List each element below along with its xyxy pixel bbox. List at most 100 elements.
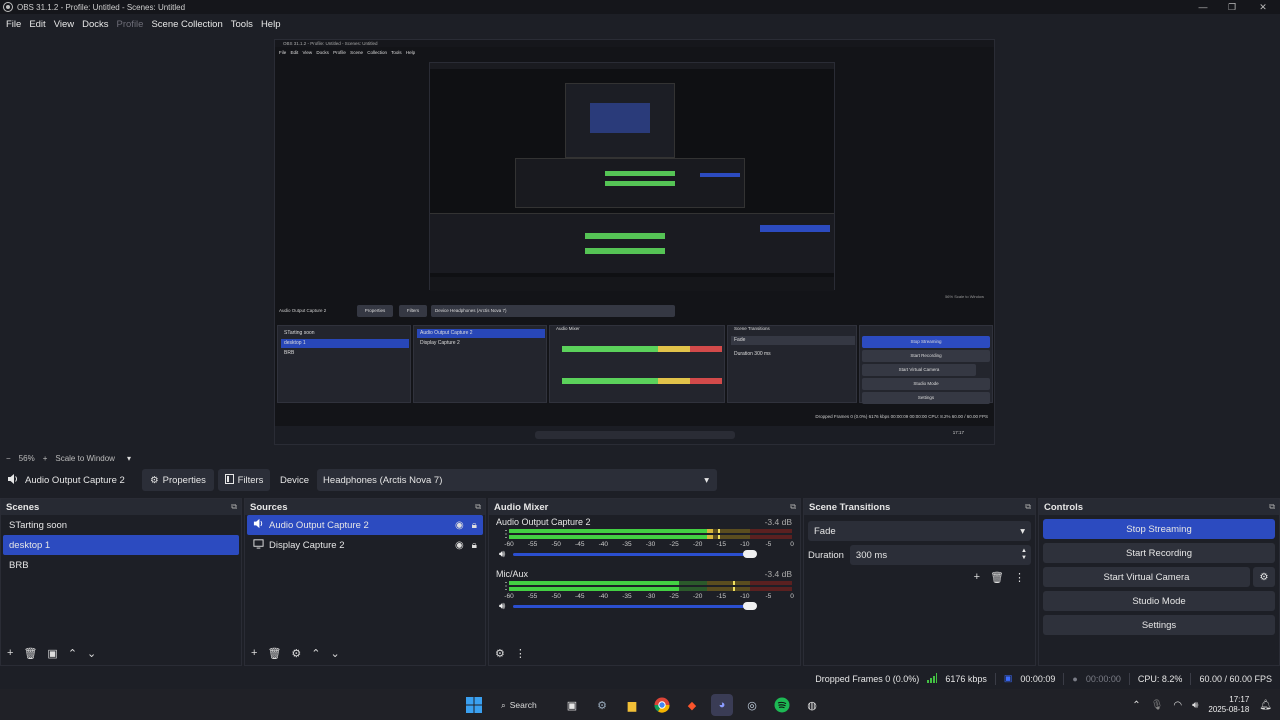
- close-button[interactable]: ✕: [1246, 0, 1280, 14]
- chrome-icon[interactable]: [651, 694, 673, 716]
- volume-slider-handle[interactable]: [743, 602, 757, 610]
- duration-spinbox[interactable]: 300 ms ▲ ▼: [849, 545, 1031, 565]
- start-recording-button[interactable]: Start Recording: [1043, 543, 1275, 563]
- volume-slider[interactable]: [513, 605, 751, 608]
- scene-item[interactable]: STarting soon: [3, 515, 239, 535]
- wifi-icon[interactable]: ◠: [1173, 700, 1182, 711]
- menu-view[interactable]: View: [50, 19, 78, 30]
- gear-icon[interactable]: ⚙: [1253, 567, 1275, 587]
- studio-mode-button[interactable]: Studio Mode: [1043, 591, 1275, 611]
- spotify-icon[interactable]: [771, 694, 793, 716]
- chevron-down-icon[interactable]: ▾: [127, 454, 131, 463]
- undock-icon[interactable]: ⧉: [231, 502, 237, 512]
- source-item-display-capture[interactable]: Display Capture 2 ◉ 🔒︎: [247, 535, 483, 555]
- preview-inner-controls: Stop Streaming Start Recording Start Vir…: [859, 325, 993, 404]
- windows-start-icon[interactable]: [463, 694, 485, 716]
- stop-streaming-button[interactable]: Stop Streaming: [1043, 519, 1275, 539]
- kebab-menu-icon[interactable]: ⋮: [515, 647, 526, 660]
- system-tray: ⌃ 🎙︎ ◠ 🔊︎ 17:17 2025-08-18 🔔︎: [1132, 692, 1272, 718]
- trash-icon[interactable]: 🗑: [23, 647, 37, 660]
- scene-item-selected[interactable]: desktop 1: [3, 535, 239, 555]
- audio-mixer-dock: Audio Mixer ⧉ Audio Output Capture 2 -3.4…: [488, 498, 801, 666]
- volume-icon[interactable]: 🔊︎: [499, 601, 505, 612]
- notification-bell-icon[interactable]: 🔔︎: [1259, 700, 1272, 711]
- chevron-down-icon[interactable]: ⌄: [331, 647, 340, 660]
- menu-scene-collection[interactable]: Scene Collection: [147, 19, 226, 30]
- scene-item[interactable]: BRB: [3, 555, 239, 575]
- microphone-icon[interactable]: 🎙︎: [1151, 700, 1164, 711]
- undock-icon[interactable]: ⧉: [790, 502, 796, 512]
- chevron-up-icon[interactable]: ⌃: [311, 647, 320, 660]
- record-time: 00:00:00: [1085, 673, 1121, 684]
- undock-icon[interactable]: ⧉: [1269, 502, 1275, 512]
- chevron-up-icon[interactable]: ⌃: [1132, 700, 1140, 711]
- task-view-icon[interactable]: ▣: [561, 694, 583, 716]
- volume-slider-handle[interactable]: [743, 550, 757, 558]
- lock-icon[interactable]: 🔒︎: [472, 520, 477, 531]
- obs-icon[interactable]: ◍: [801, 694, 823, 716]
- volume-icon[interactable]: 🔊︎: [1192, 700, 1198, 711]
- search-label: Search: [509, 700, 537, 710]
- eye-icon[interactable]: ◉: [455, 520, 464, 531]
- steam-icon[interactable]: ◎: [741, 694, 763, 716]
- properties-button[interactable]: ⚙ Properties: [142, 469, 214, 491]
- preview-inner-taskbar: 17:17: [275, 426, 994, 444]
- clock-date: 2025-08-18: [1208, 705, 1250, 714]
- chevron-down-icon[interactable]: ⌄: [87, 647, 96, 660]
- add-icon[interactable]: +: [974, 571, 980, 584]
- menu-file[interactable]: File: [2, 19, 25, 30]
- discord-icon[interactable]: ◕: [711, 694, 733, 716]
- preview-inner-status: Dropped Frames 0 (0.0%) 6176 kbps 00:00:…: [815, 414, 988, 419]
- zoom-bar: − 56% + Scale to Window ▾: [0, 452, 1280, 464]
- cpu-usage: CPU: 8.2%: [1137, 673, 1183, 684]
- chevron-down-icon: ▾: [704, 474, 710, 486]
- mixer-header: Audio Mixer ⧉: [489, 499, 800, 515]
- preview-inner-source-name: Audio Output Capture 2: [279, 308, 327, 313]
- settings-button[interactable]: Settings: [1043, 615, 1275, 635]
- brave-icon[interactable]: ◆: [681, 694, 703, 716]
- lock-icon[interactable]: 🔒︎: [472, 540, 477, 551]
- preview-canvas[interactable]: OBS 31.1.2 - Profile: Untitled - Scenes:…: [274, 39, 995, 445]
- speaker-icon: [7, 473, 19, 488]
- eye-icon[interactable]: ◉: [455, 540, 464, 551]
- volume-icon[interactable]: 🔊︎: [499, 549, 505, 560]
- advanced-audio-icon[interactable]: ⚙: [495, 647, 505, 660]
- preview-area[interactable]: OBS 31.1.2 - Profile: Untitled - Scenes:…: [0, 34, 1280, 450]
- add-icon[interactable]: +: [7, 647, 13, 659]
- zoom-in-button[interactable]: +: [43, 454, 48, 463]
- filters-button[interactable]: Filters: [218, 469, 270, 491]
- transition-select[interactable]: Fade ▾: [808, 521, 1031, 541]
- maximize-button[interactable]: ❐: [1215, 0, 1249, 14]
- live-icon: ▣: [1003, 673, 1013, 683]
- spinner-arrows-icon[interactable]: ▲ ▼: [1021, 548, 1027, 562]
- source-item-audio-output[interactable]: Audio Output Capture 2 ◉ 🔒︎: [247, 515, 483, 535]
- device-select[interactable]: Headphones (Arctis Nova 7) ▾: [317, 469, 718, 491]
- trash-icon[interactable]: 🗑: [267, 647, 281, 660]
- start-virtual-camera-button[interactable]: Start Virtual Camera: [1043, 567, 1250, 587]
- undock-icon[interactable]: ⧉: [1025, 502, 1031, 512]
- menu-help[interactable]: Help: [257, 19, 285, 30]
- volume-slider[interactable]: [513, 553, 751, 556]
- trash-icon[interactable]: 🗑: [990, 571, 1004, 584]
- zoom-out-button[interactable]: −: [6, 454, 11, 463]
- transition-value: Fade: [814, 525, 836, 537]
- properties-label: Properties: [162, 474, 206, 486]
- gear-icon[interactable]: ⚙: [291, 647, 301, 660]
- undock-icon[interactable]: ⧉: [475, 502, 481, 512]
- menu-tools[interactable]: Tools: [227, 19, 257, 30]
- settings-app-icon[interactable]: ⚙: [591, 694, 613, 716]
- preview-nested-screen: [429, 62, 835, 291]
- chevron-up-icon[interactable]: ⌃: [68, 647, 77, 660]
- clock-time: 17:17: [1229, 695, 1250, 704]
- add-icon[interactable]: +: [251, 647, 257, 659]
- menu-edit[interactable]: Edit: [25, 19, 49, 30]
- clock[interactable]: 17:17 2025-08-18: [1208, 695, 1249, 715]
- menu-docks[interactable]: Docks: [78, 19, 112, 30]
- monitor-icon: [253, 538, 264, 552]
- kebab-menu-icon[interactable]: ⋮: [1014, 571, 1025, 584]
- filter-icon[interactable]: ▣: [47, 647, 57, 660]
- file-explorer-icon[interactable]: ▆: [621, 694, 643, 716]
- taskbar-search[interactable]: ⌕ Search: [493, 694, 553, 716]
- scenes-header: Scenes ⧉: [1, 499, 241, 515]
- scale-mode-label[interactable]: Scale to Window: [55, 454, 115, 463]
